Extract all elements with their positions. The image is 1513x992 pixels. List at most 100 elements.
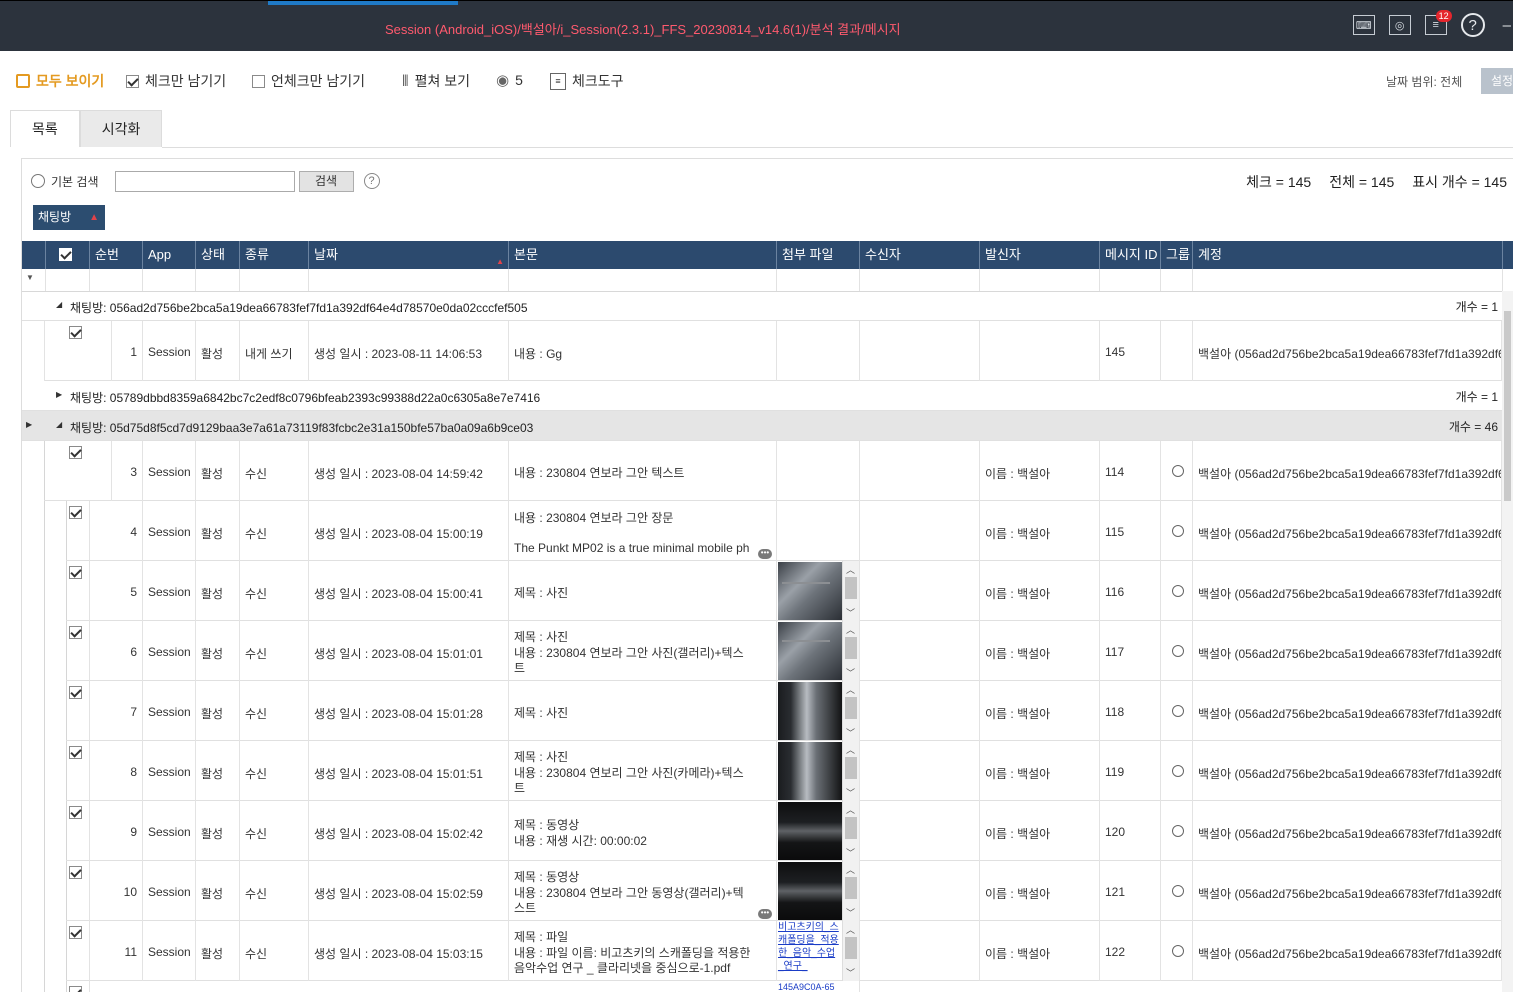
search-help-icon[interactable]: ? xyxy=(363,173,380,189)
attachment-scrollbar[interactable]: ︿ ﹀ xyxy=(842,621,859,681)
search-button[interactable]: 검색 xyxy=(298,170,354,192)
keyboard-icon[interactable]: ⌨ xyxy=(1352,15,1375,35)
row-checkbox[interactable] xyxy=(69,866,82,879)
table-row[interactable]: 8 Session 활성 수신 생성 일시 : 2023-08-04 15:01… xyxy=(66,741,1502,801)
row-checkbox[interactable] xyxy=(69,626,82,639)
table-row[interactable]: 6 Session 활성 수신 생성 일시 : 2023-08-04 15:01… xyxy=(66,621,1502,681)
attachment-thumbnail[interactable] xyxy=(778,622,842,680)
header-account[interactable]: 계정 xyxy=(1193,241,1503,269)
row-checkbox[interactable] xyxy=(69,806,82,819)
header-group[interactable]: 그룹 xyxy=(1161,241,1193,269)
filter-cell[interactable] xyxy=(309,269,509,291)
row-checkbox[interactable] xyxy=(69,746,82,759)
tab-visualization[interactable]: 시각화 xyxy=(79,110,163,147)
screenshot-icon[interactable]: ◎ xyxy=(1388,15,1411,35)
check-tool-button[interactable]: ≡ 체크도구 xyxy=(550,71,624,91)
collapse-arrow-icon[interactable]: ◢ xyxy=(56,420,62,429)
table-row[interactable]: 11 Session 활성 수신 생성 일시 : 2023-08-04 15:0… xyxy=(66,921,1502,981)
expand-arrow-icon[interactable]: ▶ xyxy=(26,420,32,429)
table-row[interactable]: 1 Session 활성 내게 쓰기 생성 일시 : 2023-08-11 14… xyxy=(44,321,1502,381)
minimize-button[interactable]: – xyxy=(1503,17,1511,34)
header-sender[interactable]: 발신자 xyxy=(980,241,1100,269)
group-circle-icon xyxy=(1172,525,1184,537)
row-checkbox[interactable] xyxy=(69,326,82,339)
table-row[interactable]: 145A9C0A-65 xyxy=(66,981,1502,992)
group-header-row[interactable]: ◢ 채팅방: 056ad2d756be2bca5a19dea66783fef7f… xyxy=(22,291,1502,321)
attachment-thumbnail[interactable] xyxy=(778,682,842,740)
header-kind[interactable]: 종류 xyxy=(240,241,309,269)
hidden-toggle[interactable]: ◉ 5 xyxy=(496,71,523,89)
table-row[interactable]: 3 Session 활성 수신 생성 일시 : 2023-08-04 14:59… xyxy=(44,441,1502,501)
filter-cell[interactable] xyxy=(860,269,980,291)
table-row[interactable]: 7 Session 활성 수신 생성 일시 : 2023-08-04 15:01… xyxy=(66,681,1502,741)
row-checkbox[interactable] xyxy=(69,686,82,699)
header-date[interactable]: 날짜 ▲ xyxy=(309,241,509,269)
group-header-row[interactable]: ▶ 채팅방: 05789dbbd8359a6842bc7c2edf8c0796b… xyxy=(22,381,1502,411)
group-circle-icon xyxy=(1172,765,1184,777)
table-row[interactable]: 5 Session 활성 수신 생성 일시 : 2023-08-04 15:00… xyxy=(66,561,1502,621)
collapse-arrow-icon[interactable]: ◢ xyxy=(56,300,62,309)
row-checkbox[interactable] xyxy=(69,986,82,992)
header-select-all[interactable] xyxy=(46,241,90,269)
basic-search-radio[interactable] xyxy=(31,174,45,188)
header-body[interactable]: 본문 xyxy=(509,241,777,269)
header-message-id[interactable]: 메시지 ID xyxy=(1100,241,1161,269)
attachment-scrollbar[interactable]: ︿ ﹀ xyxy=(842,741,859,801)
header-receiver[interactable]: 수신자 xyxy=(860,241,980,269)
header-status[interactable]: 상태 xyxy=(196,241,240,269)
table-row[interactable]: 4 Session 활성 수신 생성 일시 : 2023-08-04 15:00… xyxy=(66,501,1502,561)
attachment-file-link[interactable]: 비고츠키의_스캐폴딩을_적용한_음악_수업_연구_ xyxy=(778,921,840,973)
tab-list[interactable]: 목록 xyxy=(10,110,80,147)
filter-cell[interactable] xyxy=(143,269,196,291)
header-no[interactable]: 순번 xyxy=(90,241,143,269)
filter-cell[interactable] xyxy=(777,269,860,291)
attachment-scrollbar[interactable]: ︿ ﹀ xyxy=(842,921,859,981)
more-icon[interactable]: ••• xyxy=(758,549,772,559)
row-checkbox[interactable] xyxy=(69,506,82,519)
filter-cell[interactable] xyxy=(509,269,777,291)
filter-cell[interactable] xyxy=(196,269,240,291)
table-scrollbar[interactable] xyxy=(1502,291,1513,992)
expand-arrow-icon[interactable]: ▶ xyxy=(56,390,62,399)
table-row[interactable]: 10 Session 활성 수신 생성 일시 : 2023-08-04 15:0… xyxy=(66,861,1502,921)
attachment-scrollbar[interactable]: ︿ ﹀ xyxy=(842,801,859,861)
attachment-thumbnail[interactable] xyxy=(778,802,842,860)
search-input[interactable] xyxy=(114,170,295,192)
filter-cell[interactable] xyxy=(46,269,90,291)
expand-view-button[interactable]: ⦀ 펼쳐 보기 xyxy=(402,71,470,91)
settings-button[interactable]: 설정 xyxy=(1481,68,1513,94)
filter-cell[interactable] xyxy=(90,269,143,291)
notification-icon[interactable]: ≡ 12 xyxy=(1424,10,1452,35)
attachment-thumbnail[interactable] xyxy=(778,562,842,620)
header-app[interactable]: App xyxy=(143,241,196,269)
attachment-scrollbar[interactable]: ︿ ﹀ xyxy=(842,861,859,921)
scrollbar-thumb[interactable] xyxy=(1504,311,1511,501)
group-by-chip[interactable]: 채팅방 ▲ xyxy=(33,205,105,230)
help-icon[interactable]: ? xyxy=(1460,13,1485,37)
checked-only-button[interactable]: 체크만 남기기 xyxy=(126,71,226,91)
filter-cell[interactable] xyxy=(22,269,46,291)
attachment-file-link[interactable]: 145A9C0A-65 xyxy=(778,982,835,992)
checklist-icon: ≡ xyxy=(550,72,566,90)
show-all-button[interactable]: 모두 보이기 xyxy=(16,71,104,91)
attachment-thumbnail[interactable] xyxy=(778,742,842,800)
more-icon[interactable]: ••• xyxy=(758,909,772,919)
filter-cell[interactable] xyxy=(1100,269,1161,291)
table-row[interactable]: 9 Session 활성 수신 생성 일시 : 2023-08-04 15:02… xyxy=(66,801,1502,861)
filter-cell[interactable] xyxy=(240,269,309,291)
title-bar: Session (Android_iOS)/백설아/i_Session(2.3.… xyxy=(0,0,1513,51)
row-checkbox[interactable] xyxy=(69,446,82,459)
attachment-scrollbar[interactable]: ︿ ﹀ xyxy=(842,561,859,621)
unchecked-only-button[interactable]: 언체크만 남기기 xyxy=(252,71,365,91)
filter-cell[interactable] xyxy=(1193,269,1503,291)
row-checkbox[interactable] xyxy=(69,566,82,579)
group-header-row[interactable]: ▶ ◢ 채팅방: 05d75d8f5cd7d9129baa3e7a61a7311… xyxy=(22,411,1502,441)
titlebar-icons: ⌨ ◎ ≡ 12 ? – xyxy=(1352,10,1513,37)
select-all-checkbox[interactable] xyxy=(59,248,72,261)
row-checkbox[interactable] xyxy=(69,926,82,939)
attachment-scrollbar[interactable]: ︿ ﹀ xyxy=(842,681,859,741)
attachment-thumbnail[interactable] xyxy=(778,862,842,920)
header-attachment[interactable]: 첨부 파일 xyxy=(777,241,860,269)
filter-cell[interactable] xyxy=(1161,269,1193,291)
filter-cell[interactable] xyxy=(980,269,1100,291)
